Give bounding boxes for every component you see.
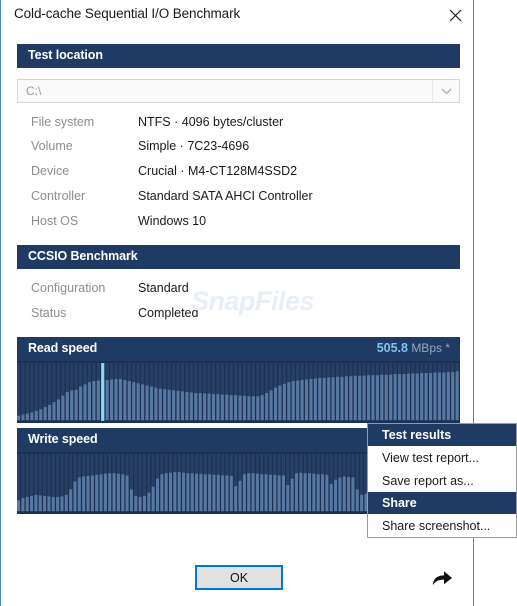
info-label: Device bbox=[31, 164, 70, 178]
info-label: Volume bbox=[31, 139, 73, 153]
read-speed-header-label: Read speed bbox=[28, 341, 98, 355]
write-speed-header-label: Write speed bbox=[28, 432, 98, 446]
context-menu-group-share: Share bbox=[368, 492, 516, 514]
info-label: Controller bbox=[31, 189, 86, 203]
info-value: Crucial · M4-CT128M4SSD2 bbox=[138, 164, 298, 178]
info-value: Simple · 7C23-4696 bbox=[138, 139, 250, 153]
info-value: Standard bbox=[138, 281, 189, 295]
info-value: NTFS · 4096 bytes/cluster bbox=[138, 115, 284, 129]
menu-item-view-test-report[interactable]: View test report... bbox=[368, 446, 516, 469]
read-speed-panel-header: Read speed 505.8 MBps * bbox=[17, 337, 460, 361]
info-label: File system bbox=[31, 115, 95, 129]
info-row-volume: Volume Simple · 7C23-4696 bbox=[17, 139, 460, 160]
context-menu: Test results View test report... Save re… bbox=[367, 423, 517, 538]
test-location-header-label: Test location bbox=[28, 48, 103, 62]
info-label: Status bbox=[31, 306, 67, 320]
test-location-path-value: C:\ bbox=[26, 84, 42, 98]
info-value: Completed bbox=[138, 306, 199, 320]
snapfiles-watermark: SnapFiles bbox=[191, 286, 315, 317]
info-label: Configuration bbox=[31, 281, 106, 295]
window-title: Cold-cache Sequential I/O Benchmark bbox=[14, 6, 241, 21]
read-speed-graph bbox=[17, 361, 460, 423]
read-speed-value-group: 505.8 MBps * bbox=[377, 341, 450, 355]
ccsio-panel-header: CCSIO Benchmark bbox=[17, 245, 460, 269]
context-menu-group-test-results: Test results bbox=[368, 424, 516, 446]
menu-item-save-report-as[interactable]: Save report as... bbox=[368, 469, 516, 492]
watermark-text: SnapFiles bbox=[191, 286, 315, 316]
title-bar: Cold-cache Sequential I/O Benchmark bbox=[1, 0, 473, 30]
info-row-host-os: Host OS Windows 10 bbox=[17, 214, 460, 235]
test-location-panel-header: Test location bbox=[17, 44, 460, 68]
read-speed-value: 505.8 bbox=[376, 341, 408, 355]
info-label: Host OS bbox=[31, 214, 79, 228]
menu-item-share-screenshot[interactable]: Share screenshot... bbox=[368, 514, 516, 537]
read-speed-unit: MBps * bbox=[411, 341, 450, 355]
ok-button[interactable]: OK bbox=[195, 565, 283, 590]
chevron-down-icon[interactable] bbox=[432, 80, 459, 102]
info-value: Windows 10 bbox=[138, 214, 207, 228]
info-value: Standard SATA AHCI Controller bbox=[138, 189, 313, 203]
test-location-path-combobox[interactable]: C:\ bbox=[17, 79, 460, 103]
info-row-file-system: File system NTFS · 4096 bytes/cluster bbox=[17, 115, 460, 136]
info-row-device: Device Crucial · M4-CT128M4SSD2 bbox=[17, 164, 460, 185]
ccsio-header-label: CCSIO Benchmark bbox=[28, 249, 138, 263]
close-icon[interactable] bbox=[442, 4, 468, 26]
share-arrow-icon[interactable] bbox=[430, 566, 454, 590]
info-row-controller: Controller Standard SATA AHCI Controller bbox=[17, 189, 460, 210]
